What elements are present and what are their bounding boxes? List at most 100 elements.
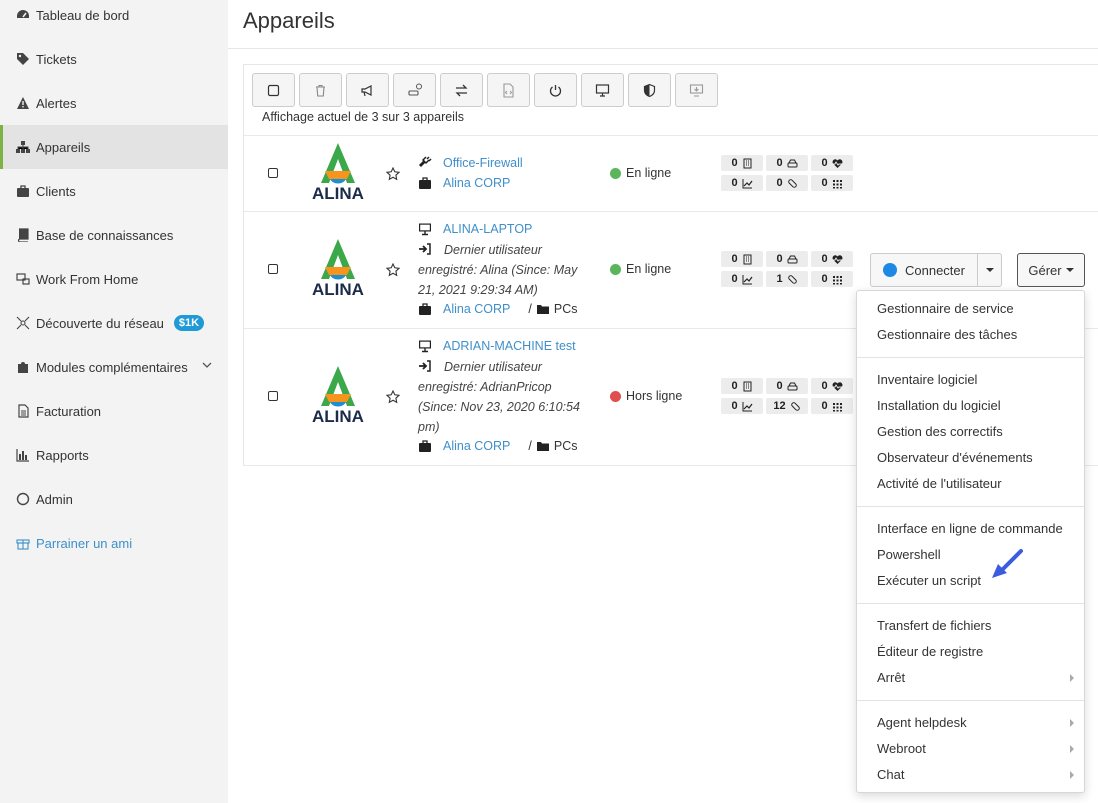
drive-icon [787,382,798,390]
stat-value: 1 [776,273,783,285]
trash-icon [316,84,325,97]
stat-chip[interactable]: 0 [766,175,808,191]
toolbar [252,73,718,107]
folder-label[interactable]: PCs [554,439,578,453]
star-icon[interactable] [386,167,400,181]
path-separator: / [528,439,532,453]
stat-chip[interactable]: 0 [811,378,853,394]
power-button[interactable] [534,73,577,107]
sidebar-item-admin[interactable]: Admin [0,477,228,521]
folder-icon [536,302,550,316]
row-checkbox[interactable] [268,264,278,274]
row-checkbox[interactable] [268,168,278,178]
sidebar-item-clients[interactable]: Clients [0,169,228,213]
stat-chip[interactable]: 0 [811,271,853,287]
sidebar-item-dashboard[interactable]: Tableau de bord [0,0,228,37]
stat-chip[interactable]: 0 [721,155,763,171]
power-ring-icon [16,492,30,506]
dashboard-icon [16,8,30,22]
stat-value: 0 [776,253,783,265]
transfer-button[interactable] [440,73,483,107]
stat-chip[interactable]: 0 [721,378,763,394]
building-icon [743,381,752,391]
device-name-link[interactable]: ALINA-LAPTOP [443,222,532,236]
divider [244,211,1098,212]
stat-chip[interactable]: 0 [811,398,853,414]
connect-button[interactable]: Connecter [870,253,978,287]
menu-item-software-install[interactable]: Installation du logiciel [877,398,1001,413]
stat-chip[interactable]: 12 [766,398,808,414]
sidebar-item-network-discovery[interactable]: Découverte du réseau $1K [0,301,228,345]
stat-chip[interactable]: 0 [721,271,763,287]
sidebar-item-label: Clients [36,183,76,199]
folder-label[interactable]: PCs [554,302,578,316]
stat-chip[interactable]: 0 [766,251,808,267]
menu-item-task-manager[interactable]: Gestionnaire des tâches [877,327,1017,342]
device-name-link[interactable]: ADRIAN-MACHINE test [443,339,576,353]
teamviewer-icon [883,263,897,277]
remote-download-button[interactable] [675,73,718,107]
stat-chip[interactable]: 0 [721,251,763,267]
sidebar-item-addons[interactable]: Modules complémentaires [0,345,228,389]
sidebar-item-devices[interactable]: Appareils [0,125,228,169]
menu-item-chat[interactable]: Chat [877,767,904,782]
stat-chip[interactable]: 0 [766,155,808,171]
menu-item-shutdown[interactable]: Arrêt [877,670,905,685]
chevron-down-icon[interactable] [202,360,212,370]
result-count: Affichage actuel de 3 sur 3 appareils [262,110,464,124]
heartbeat-icon [832,254,843,264]
schedule-drive-button[interactable] [393,73,436,107]
remote-screen-button[interactable] [581,73,624,107]
puzzle-icon [16,360,30,374]
connect-dropdown-toggle[interactable] [977,253,1002,287]
row-checkbox[interactable] [268,391,278,401]
menu-divider [857,506,1084,507]
stat-chip[interactable]: 0 [721,175,763,191]
select-all-button[interactable] [252,73,295,107]
stat-chip[interactable]: 0 [811,155,853,171]
stat-chip[interactable]: 0 [811,175,853,191]
sidebar-item-reports[interactable]: Rapports [0,433,228,477]
menu-item-event-viewer[interactable]: Observateur d'événements [877,450,1033,465]
sidebar-item-alerts[interactable]: Alertes [0,81,228,125]
stat-chip[interactable]: 1 [766,271,808,287]
sidebar-item-refer-friend[interactable]: Parrainer un ami [0,521,228,565]
client-link[interactable]: Alina CORP [443,302,510,316]
menu-item-command-line[interactable]: Interface en ligne de commande [877,521,1063,536]
menu-item-software-inventory[interactable]: Inventaire logiciel [877,372,977,387]
menu-item-file-transfer[interactable]: Transfert de fichiers [877,618,991,633]
announce-button[interactable] [346,73,389,107]
stat-chip[interactable]: 0 [721,398,763,414]
star-icon[interactable] [386,263,400,277]
status-dot [610,390,621,402]
menu-item-powershell[interactable]: Powershell [877,547,941,562]
menu-item-helpdesk-agent[interactable]: Agent helpdesk [877,715,967,730]
menu-item-service-manager[interactable]: Gestionnaire de service [877,301,1014,316]
script-button[interactable] [487,73,530,107]
delete-button[interactable] [299,73,342,107]
menu-item-webroot[interactable]: Webroot [877,741,926,756]
menu-item-run-script[interactable]: Exécuter un script [877,573,981,588]
stat-chip[interactable]: 0 [811,251,853,267]
menu-divider [857,357,1084,358]
client-link[interactable]: Alina CORP [443,176,510,190]
star-icon[interactable] [386,390,400,404]
stat-chip[interactable]: 0 [766,378,808,394]
last-user-text: Dernier utilisateur enregistré: Alina (S… [418,243,578,297]
manage-button[interactable]: Gérer [1017,253,1085,287]
page-title: Appareils [243,8,335,33]
briefcase-icon [16,184,30,198]
menu-item-patch-management[interactable]: Gestion des correctifs [877,424,1003,439]
menu-item-user-activity[interactable]: Activité de l'utilisateur [877,476,1002,491]
network-icon [16,316,30,330]
sidebar-item-label: Work From Home [36,271,139,287]
sidebar-item-knowledge-base[interactable]: Base de connaissances [0,213,228,257]
client-link[interactable]: Alina CORP [443,439,510,453]
menu-item-registry-editor[interactable]: Éditeur de registre [877,644,983,659]
sidebar-item-billing[interactable]: Facturation [0,389,228,433]
device-name-link[interactable]: Office-Firewall [443,156,523,170]
sidebar-item-tickets[interactable]: Tickets [0,37,228,81]
sidebar-item-work-from-home[interactable]: Work From Home [0,257,228,301]
shield-button[interactable] [628,73,671,107]
warning-icon [16,96,30,110]
